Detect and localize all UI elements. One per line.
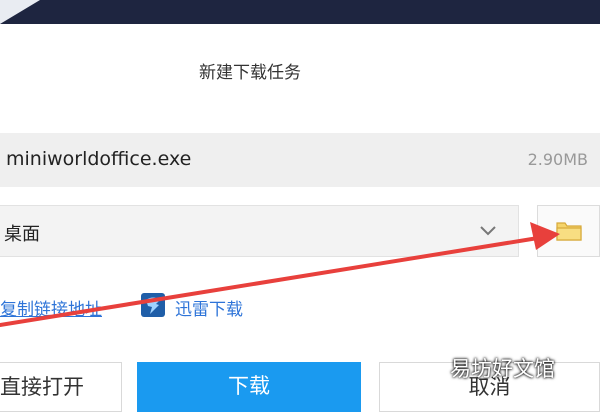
open-directly-button[interactable]: 直接打开 (0, 362, 122, 412)
download-button[interactable]: 下载 (137, 362, 361, 412)
window-top-bar (0, 0, 600, 24)
chevron-down-icon[interactable] (478, 220, 498, 240)
save-location-value: 桌面 (4, 224, 40, 245)
thunder-icon[interactable] (140, 292, 166, 318)
file-name[interactable]: miniworldoffice.exe (6, 148, 191, 170)
watermark-text: 易坊好文馆 (450, 357, 555, 381)
browse-folder-button[interactable] (537, 205, 600, 257)
copy-link-address[interactable]: 复制链接地址 (0, 295, 102, 320)
save-location-dropdown[interactable]: 桌面 (0, 205, 519, 257)
top-bar-decoration (0, 0, 40, 24)
file-size: 2.90MB (527, 150, 588, 169)
dialog-title: 新建下载任务 (199, 63, 301, 83)
thunder-download-link[interactable]: 迅雷下载 (175, 295, 243, 320)
folder-icon (556, 222, 582, 241)
file-name-field[interactable]: miniworldoffice.exe 2.90MB (0, 133, 600, 187)
